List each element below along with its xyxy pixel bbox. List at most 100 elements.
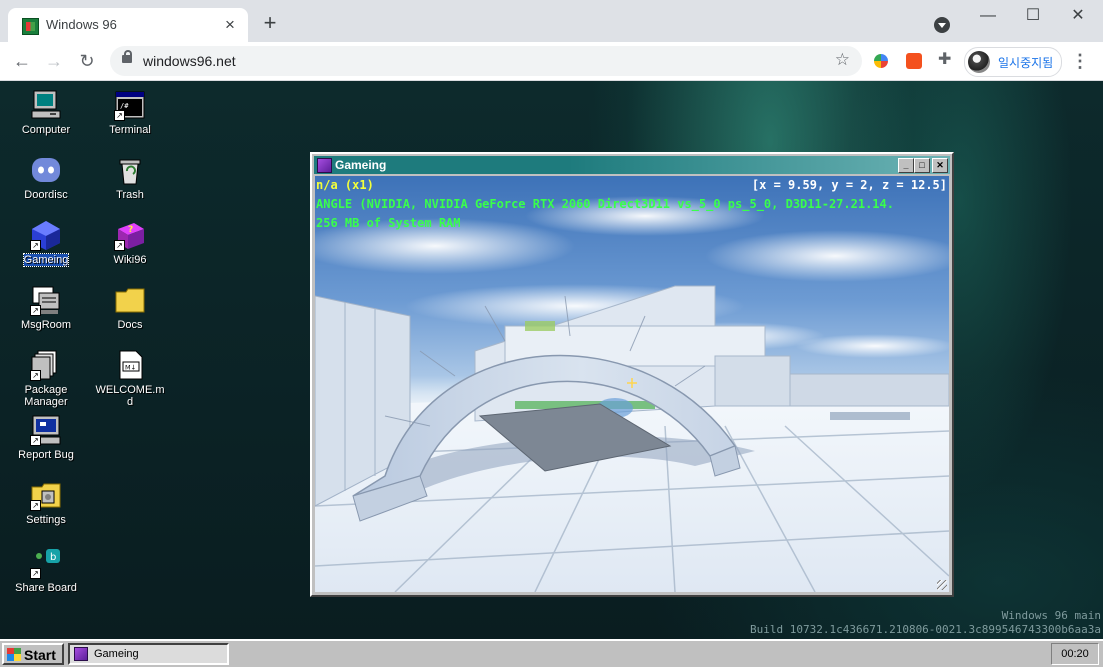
start-label: Start [24,647,56,663]
wiki-book-icon: ? ↗ [114,219,146,251]
desktop-icon-welcome-md[interactable]: M↓ WELCOME.md [94,349,166,408]
taskbar: Start Gameing 00:20 [0,639,1103,667]
close-icon[interactable]: ✕ [932,158,948,173]
shortcut-arrow-icon: ↗ [30,500,41,511]
shortcut-arrow-icon: ↗ [114,240,125,251]
game-scene [315,196,949,592]
hud-memory: 256 MB of System RAM [316,216,461,230]
profile-button[interactable]: 일시중지됨 [964,47,1062,77]
computer-icon [30,89,62,121]
watermark-line-2: Build 10732.1c436671.210806-0021.3c89954… [750,623,1101,636]
desktop-icon-label: Docs [117,319,143,331]
desktop-icon-wiki96[interactable]: ? ↗ Wiki96 [94,219,166,266]
avatar [968,51,990,73]
desktop-icon-share-board[interactable]: b ↗ Share Board [10,547,82,594]
maximize-icon[interactable]: □ [914,158,930,173]
cube-game-icon [74,647,88,661]
profile-status-label: 일시중지됨 [998,56,1054,70]
desktop-icon-label: Wiki96 [113,254,147,266]
desktop-icon-label: Trash [116,189,144,201]
maximize-window-icon[interactable]: ☐ [1011,4,1055,28]
package-icon: ↗ [30,349,62,381]
desktop-icon-trash[interactable]: Trash [94,154,166,201]
shortcut-arrow-icon: ↗ [114,110,125,121]
browser-menu-icon[interactable]: ⋮ [1070,49,1090,73]
svg-text:M↓: M↓ [125,364,136,372]
hud-renderer: ANGLE (NVIDIA, NVIDIA GeForce RTX 2060 D… [316,197,894,211]
browser-tab-bar: Windows 96 × + — ☐ ✕ [0,0,1103,42]
shortcut-arrow-icon: ↗ [30,370,41,381]
address-bar[interactable]: windows96.net ☆ [110,46,862,76]
hud-fps: n/a (x1) [316,178,374,192]
shortcut-arrow-icon: ↗ [30,305,41,316]
windows-logo-icon [7,648,21,661]
svg-text:?: ? [128,225,133,235]
svg-text:b: b [50,552,56,563]
svg-text:/#: /# [120,102,129,110]
new-tab-button[interactable]: + [258,12,282,36]
desktop-icon-label: Package Manager [24,384,68,408]
desktop-icon-settings[interactable]: ↗ Settings [10,479,82,526]
desktop-icon-label: Computer [21,124,71,136]
lock-icon[interactable] [122,50,132,63]
desktop-icon-label: MsgRoom [20,319,72,331]
back-arrow-icon[interactable]: ← [10,49,34,73]
browser-tab[interactable]: Windows 96 × [8,8,248,42]
window-title: Gameing [335,158,387,172]
shortcut-arrow-icon: ↗ [30,435,41,446]
bookmark-star-icon[interactable]: ☆ [835,50,850,70]
tab-close-icon[interactable]: × [220,15,240,35]
start-button[interactable]: Start [2,643,64,665]
watermark-line-1: Windows 96 main [1001,609,1101,622]
system-clock[interactable]: 00:20 [1051,643,1099,665]
desktop-icon-label: Terminal [109,124,151,136]
game-viewport[interactable]: n/a (x1) [x = 9.59, y = 2, z = 12.5] ANG… [315,176,949,592]
desktop-icon-report-bug[interactable]: ↗ Report Bug [10,414,82,461]
taskbar-item-gameing[interactable]: Gameing [68,643,229,665]
terminal-icon: /# ↗ [114,89,146,121]
discord-icon [30,154,62,186]
tab-search-icon[interactable] [934,17,950,33]
desktop-icon-label: Doordisc [24,189,68,201]
cube-game-icon: ↗ [30,219,62,251]
extension-color-icon[interactable] [874,54,888,68]
minimize-icon[interactable]: _ [898,158,914,173]
desktop-icon-doordisc[interactable]: Doordisc [10,154,82,201]
tab-title: Windows 96 [46,17,117,32]
window-titlebar[interactable]: Gameing _ □ ✕ [314,156,950,174]
desktop-icon-label: Settings [26,514,66,526]
desktop-icon-computer[interactable]: Computer [10,89,82,136]
gameing-window[interactable]: Gameing _ □ ✕ n/a (x1) [x = 9.59, y = 2,… [310,152,954,597]
hud-coords: [x = 9.59, y = 2, z = 12.5] [751,178,947,192]
reload-icon[interactable]: ↻ [75,49,99,73]
close-window-icon[interactable]: ✕ [1056,4,1100,28]
desktop-icon-gameing[interactable]: ↗ Gameing [10,219,82,267]
windows96-favicon-icon [22,18,39,35]
settings-folder-icon: ↗ [30,479,62,511]
desktop-icon-msgroom[interactable]: ↗ MsgRoom [10,284,82,331]
share-board-icon: b ↗ [30,547,62,579]
bug-report-computer-icon: ↗ [30,414,62,446]
markdown-file-icon: M↓ [114,349,146,381]
forward-arrow-icon[interactable]: → [42,49,66,73]
trash-icon [114,154,146,186]
desktop-icon-label: WELCOME.md [95,384,165,408]
url-text[interactable]: windows96.net [143,53,236,69]
taskbar-item-label: Gameing [94,648,139,660]
build-watermark: Windows 96 main Build 10732.1c436671.210… [750,609,1101,637]
minimize-window-icon[interactable]: — [966,4,1010,28]
extensions-puzzle-icon[interactable]: ✚ [938,52,954,68]
cube-game-icon [317,158,332,173]
folder-icon [114,284,146,316]
message-room-icon: ↗ [30,284,62,316]
browser-toolbar: ← → ↻ windows96.net ☆ ✚ 일시중지됨 ⋮ [0,42,1103,81]
shortcut-arrow-icon: ↗ [30,568,41,579]
desktop-icon-label: Share Board [15,582,77,594]
desktop-icon-package-manager[interactable]: ↗ Package Manager [10,349,82,408]
desktop-icon-label: Report Bug [18,449,74,461]
desktop-icon-docs[interactable]: Docs [94,284,166,331]
desktop-icon-label: Gameing [22,253,70,267]
desktop-icon-terminal[interactable]: /# ↗ Terminal [94,89,166,136]
extension-image-icon[interactable] [906,53,922,69]
resize-grip[interactable] [937,580,947,590]
